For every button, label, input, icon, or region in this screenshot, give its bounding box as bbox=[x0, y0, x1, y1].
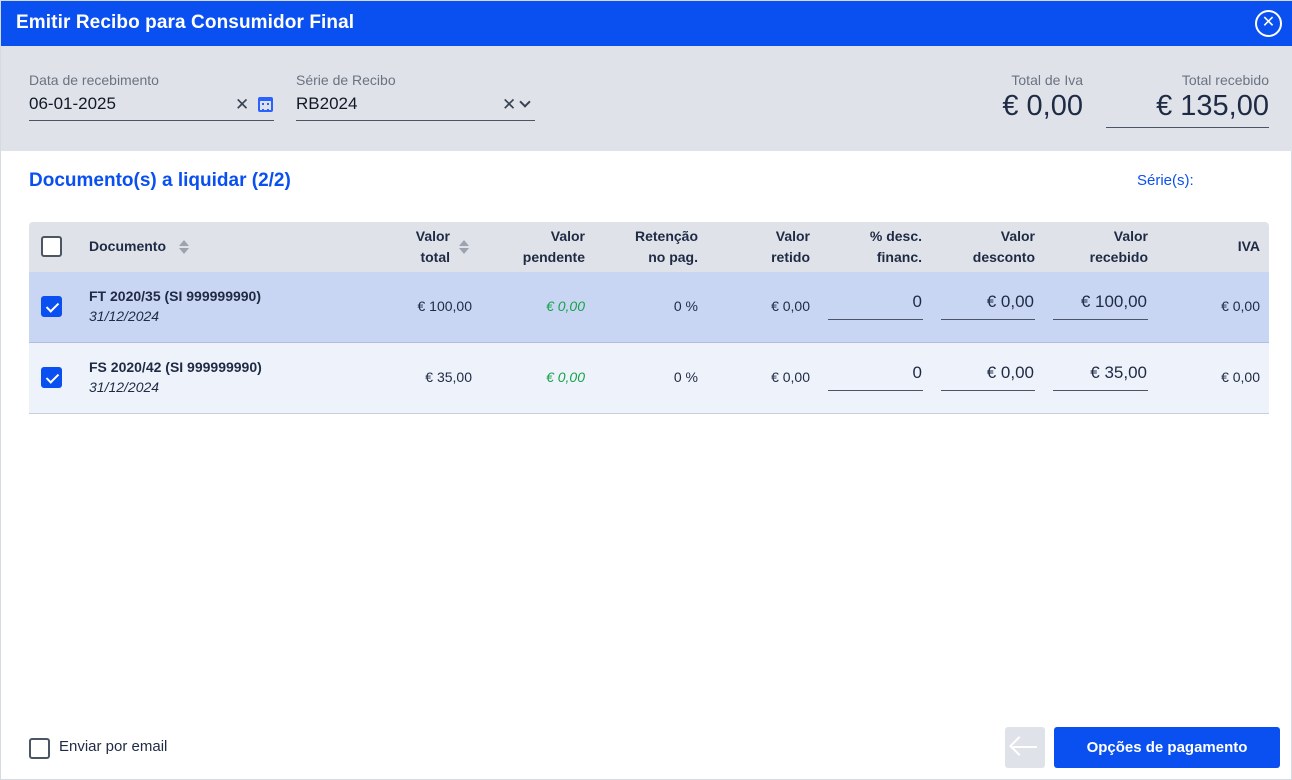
header-valor-total[interactable]: Valor total bbox=[390, 226, 450, 268]
row-checkbox[interactable] bbox=[41, 296, 62, 317]
table-row[interactable]: FT 2020/35 (SI 999999990) 31/12/2024 € 1… bbox=[29, 272, 1269, 343]
desc-financ-input[interactable]: 0 bbox=[828, 292, 923, 320]
sort-valor-total-icon[interactable] bbox=[459, 240, 469, 254]
retencao: 0 % bbox=[673, 298, 698, 314]
desc-financ-input[interactable]: 0 bbox=[828, 363, 923, 391]
clear-date-icon[interactable]: ✕ bbox=[235, 95, 249, 115]
document-date: 31/12/2024 bbox=[89, 308, 160, 324]
document-number: FT 2020/35 (SI 999999990) bbox=[89, 288, 262, 304]
series-select[interactable]: RB2024 bbox=[296, 94, 357, 114]
document-date: 31/12/2024 bbox=[89, 379, 160, 395]
header-iva: IVA bbox=[1237, 238, 1260, 254]
retencao: 0 % bbox=[673, 369, 698, 385]
dialog-titlebar: Emitir Recibo para Consumidor Final ✕ bbox=[1, 1, 1292, 46]
date-label: Data de recebimento bbox=[29, 72, 159, 88]
payment-options-button[interactable]: Opções de pagamento bbox=[1054, 727, 1280, 768]
iva-value: € 0,00 bbox=[1221, 298, 1260, 314]
header-desc-financ-line2: financ. bbox=[876, 249, 922, 265]
arrow-left-icon bbox=[1013, 746, 1037, 748]
series-label: Série de Recibo bbox=[296, 72, 396, 88]
send-email-label[interactable]: Enviar por email bbox=[59, 738, 167, 755]
valor-retido: € 0,00 bbox=[771, 369, 810, 385]
document-number: FS 2020/42 (SI 999999990) bbox=[89, 359, 262, 375]
row-checkbox[interactable] bbox=[41, 367, 62, 388]
header-valor-recebido: Valor recebido bbox=[1048, 226, 1148, 268]
header-valor-recebido-line1: Valor bbox=[1113, 228, 1148, 244]
send-email-checkbox[interactable] bbox=[29, 738, 50, 759]
valor-desconto-input[interactable]: € 0,00 bbox=[941, 292, 1035, 320]
header-documento[interactable]: Documento bbox=[89, 236, 166, 257]
header-valor-desconto: Valor desconto bbox=[935, 226, 1035, 268]
documents-section-title: Documento(s) a liquidar (2/2) bbox=[29, 170, 291, 191]
chevron-down-icon[interactable] bbox=[519, 96, 531, 108]
header-valor-desconto-line2: desconto bbox=[972, 249, 1035, 265]
back-button[interactable] bbox=[1005, 727, 1045, 768]
valor-retido: € 0,00 bbox=[771, 298, 810, 314]
total-received-underline bbox=[1106, 127, 1269, 128]
header-valor-recebido-line2: recebido bbox=[1089, 249, 1148, 265]
valor-recebido-input[interactable]: € 35,00 bbox=[1053, 363, 1148, 391]
header-valor-pendente-line1: Valor bbox=[550, 228, 585, 244]
header-retencao-line2: no pag. bbox=[648, 249, 698, 265]
header-retencao: Retenção no pag. bbox=[598, 226, 698, 268]
clear-series-icon[interactable]: ✕ bbox=[502, 95, 516, 115]
valor-total: € 100,00 bbox=[417, 298, 473, 314]
header-desc-financ-line1: % desc. bbox=[869, 228, 922, 244]
valor-desconto-input[interactable]: € 0,00 bbox=[941, 363, 1035, 391]
sort-documento-icon[interactable] bbox=[179, 240, 189, 254]
receipt-dialog: Emitir Recibo para Consumidor Final ✕ Da… bbox=[0, 0, 1292, 780]
total-iva-label: Total de Iva bbox=[1011, 72, 1083, 88]
header-valor-retido-line1: Valor bbox=[775, 228, 810, 244]
table-header: Documento Valor total Valor pendente Ret… bbox=[29, 222, 1269, 272]
total-received-label: Total recebido bbox=[1181, 72, 1269, 88]
header-valor-pendente: Valor pendente bbox=[495, 226, 585, 268]
header-valor-retido-line2: retido bbox=[771, 249, 810, 265]
close-icon[interactable]: ✕ bbox=[1255, 10, 1282, 37]
header-valor-pendente-line2: pendente bbox=[522, 249, 585, 265]
header-panel: Data de recebimento 06-01-2025 ✕ Série d… bbox=[1, 46, 1292, 151]
total-iva-value: € 0,00 bbox=[1002, 90, 1083, 122]
valor-recebido-input[interactable]: € 100,00 bbox=[1053, 292, 1148, 320]
total-received-value: € 135,00 bbox=[1156, 90, 1269, 122]
valor-pendente: € 0,00 bbox=[546, 298, 585, 314]
header-desc-financ: % desc. financ. bbox=[832, 226, 922, 268]
dialog-title: Emitir Recibo para Consumidor Final bbox=[16, 12, 355, 33]
series-filter-link[interactable]: Série(s): bbox=[1137, 172, 1194, 189]
table-row[interactable]: FS 2020/42 (SI 999999990) 31/12/2024 € 3… bbox=[29, 343, 1269, 414]
valor-total: € 35,00 bbox=[425, 369, 472, 385]
date-input[interactable]: 06-01-2025 bbox=[29, 94, 116, 114]
iva-value: € 0,00 bbox=[1221, 369, 1260, 385]
date-underline bbox=[29, 120, 274, 121]
select-all-checkbox[interactable] bbox=[41, 236, 62, 257]
header-retencao-line1: Retenção bbox=[634, 228, 698, 244]
header-valor-desconto-line1: Valor bbox=[1000, 228, 1035, 244]
valor-pendente: € 0,00 bbox=[546, 369, 585, 385]
calendar-icon[interactable] bbox=[258, 97, 273, 112]
header-valor-retido: Valor retido bbox=[730, 226, 810, 268]
series-underline bbox=[296, 120, 535, 121]
header-valor-total-line1: Valor bbox=[415, 228, 450, 244]
header-valor-total-line2: total bbox=[420, 249, 450, 265]
